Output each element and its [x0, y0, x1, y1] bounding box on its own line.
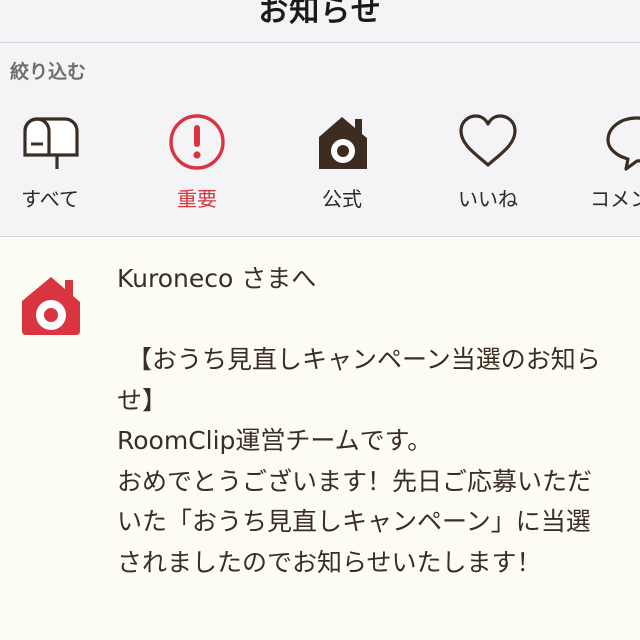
message-line: Kuroneco さまへ: [117, 264, 317, 293]
house-icon: [319, 117, 367, 169]
filter-bar: 絞り込む すべて 重要 公式 いいね コメ: [0, 43, 640, 237]
filter-comments[interactable]: コメント: [572, 113, 640, 223]
message-line: おめでとうございます！先日ご応募いただ: [117, 466, 593, 496]
roomclip-house-icon: [22, 277, 80, 335]
message-line: RoomClip運営チームです。: [117, 426, 433, 455]
heart-icon: [459, 114, 517, 167]
filter-official[interactable]: 公式: [282, 113, 402, 223]
message-line: されましたのでお知らせいたします！: [117, 547, 542, 577]
avatar: [18, 275, 84, 341]
filter-all[interactable]: すべて: [0, 113, 110, 223]
filter-official-label: 公式: [322, 187, 362, 211]
page-title: お知らせ: [258, 0, 382, 29]
filter-likes[interactable]: いいね: [428, 113, 548, 223]
filter-label: 絞り込む: [10, 61, 87, 83]
filter-all-label: すべて: [21, 187, 79, 211]
filter-comments-label: コメント: [590, 187, 640, 211]
exclamation-icon: [169, 114, 225, 170]
filter-important[interactable]: 重要: [137, 113, 257, 223]
notification-list: Kuroneco さまへ 【おうち見直しキャンペーン当選のお知ら せ】 Room…: [0, 237, 640, 640]
mailbox-icon: [23, 117, 79, 169]
speech-bubble-icon: [606, 116, 640, 171]
notification-message: Kuroneco さまへ 【おうち見直しキャンペーン当選のお知ら せ】 Room…: [117, 259, 640, 583]
filter-important-label: 重要: [177, 187, 217, 211]
message-line: 【おうち見直しキャンペーン当選のお知ら: [127, 345, 601, 374]
nav-header: お知らせ: [0, 0, 640, 43]
message-line: [117, 300, 640, 341]
message-line: いた「おうち見直しキャンペーン」に当選: [117, 507, 591, 536]
message-line: せ】: [117, 385, 168, 415]
filter-likes-label: いいね: [458, 187, 518, 211]
